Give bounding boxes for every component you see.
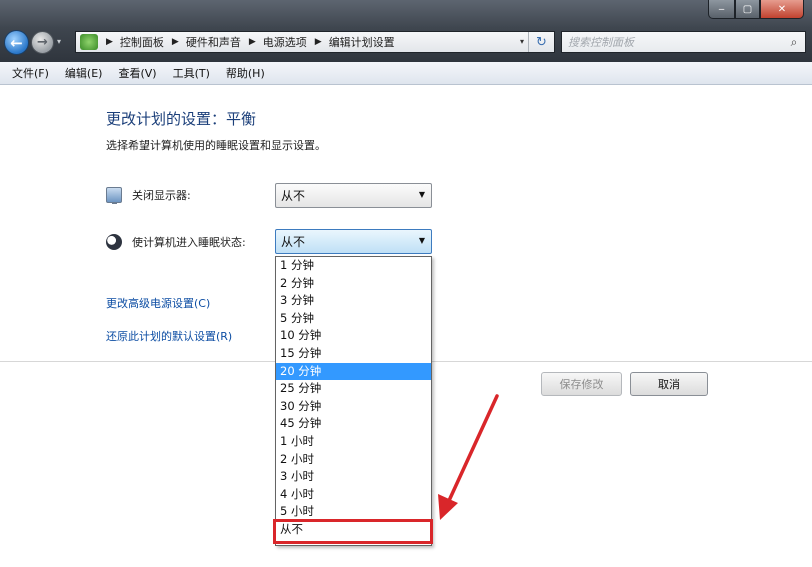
window-titlebar: ‒ ▢ ✕ ← → ▾ ▶ 控制面板 ▶ 硬件和声音 ▶ 电源选项 ▶ 编辑计划… [0,0,812,62]
option-5-min[interactable]: 5 分钟 [276,310,431,328]
maximize-button[interactable]: ▢ [735,0,760,19]
window-controls: ‒ ▢ ✕ [708,0,804,19]
search-box[interactable]: 搜索控制面板 ⌕ [561,31,806,53]
breadcrumb-separator-icon[interactable]: ▶ [249,37,256,47]
display-off-label: 关闭显示器: [132,189,191,202]
restore-defaults-link[interactable]: 还原此计划的默认设置(R) [106,328,232,344]
menu-tools[interactable]: 工具(T) [165,65,218,81]
option-1-hour[interactable]: 1 小时 [276,433,431,451]
address-bar[interactable]: ▶ 控制面板 ▶ 硬件和声音 ▶ 电源选项 ▶ 编辑计划设置 ▾ ↻ [75,31,555,53]
option-4-hour[interactable]: 4 小时 [276,486,431,504]
control-panel-icon [80,34,98,50]
annotation-highlight-box [273,519,433,544]
minimize-button[interactable]: ‒ [708,0,735,19]
save-button[interactable]: 保存修改 [541,372,622,396]
menu-view[interactable]: 查看(V) [110,65,164,81]
sleep-select[interactable]: 从不 ▼ [275,229,432,254]
option-2-hour[interactable]: 2 小时 [276,451,431,469]
close-button[interactable]: ✕ [760,0,804,19]
option-1-min[interactable]: 1 分钟 [276,257,431,275]
advanced-settings-link[interactable]: 更改高级电源设置(C) [106,295,210,311]
recent-pages-chevron-icon[interactable]: ▾ [57,37,61,46]
option-10-min[interactable]: 10 分钟 [276,327,431,345]
option-2-min[interactable]: 2 分钟 [276,275,431,293]
page-title: 更改计划的设置：平衡 [106,110,257,128]
display-off-value: 从不 [281,189,306,203]
display-icon [106,187,122,204]
option-3-hour[interactable]: 3 小时 [276,468,431,486]
sleep-row: 使计算机进入睡眠状态: [106,234,246,250]
display-off-select[interactable]: 从不 ▼ [275,183,432,208]
sleep-label: 使计算机进入睡眠状态: [132,236,246,249]
option-25-min[interactable]: 25 分钟 [276,380,431,398]
sleep-icon [106,234,122,250]
content-pane: 更改计划的设置：平衡 选择希望计算机使用的睡眠设置和显示设置。 关闭显示器: 从… [0,86,812,567]
breadcrumb-separator-icon[interactable]: ▶ [172,37,179,47]
option-45-min[interactable]: 45 分钟 [276,415,431,433]
refresh-button[interactable]: ↻ [528,32,554,52]
sleep-value: 从不 [281,235,306,249]
breadcrumb-hardware-sound[interactable]: 硬件和声音 [186,34,241,50]
chevron-down-icon: ▼ [418,236,425,245]
forward-button[interactable]: → [31,31,54,54]
breadcrumb-power-options[interactable]: 电源选项 [263,34,307,50]
option-20-min[interactable]: 20 分钟 [276,362,431,381]
menu-edit[interactable]: 编辑(E) [57,65,111,81]
breadcrumb-separator-icon[interactable]: ▶ [106,37,113,47]
menu-file[interactable]: 文件(F) [4,65,57,81]
menu-bar: 文件(F) 编辑(E) 查看(V) 工具(T) 帮助(H) [0,62,812,85]
search-input[interactable]: 搜索控制面板 [562,34,783,50]
breadcrumb-edit-plan[interactable]: 编辑计划设置 [329,34,395,50]
back-button[interactable]: ← [4,30,29,55]
sleep-options-list[interactable]: 1 分钟 2 分钟 3 分钟 5 分钟 10 分钟 15 分钟 20 分钟 25… [275,256,432,546]
option-30-min[interactable]: 30 分钟 [276,398,431,416]
chevron-down-icon: ▼ [418,190,425,199]
page-subtitle: 选择希望计算机使用的睡眠设置和显示设置。 [106,139,326,152]
option-3-min[interactable]: 3 分钟 [276,292,431,310]
menu-help[interactable]: 帮助(H) [218,65,273,81]
display-off-row: 关闭显示器: [106,187,191,204]
option-15-min[interactable]: 15 分钟 [276,345,431,363]
cancel-button[interactable]: 取消 [630,372,708,396]
breadcrumb-control-panel[interactable]: 控制面板 [120,34,164,50]
search-icon[interactable]: ⌕ [783,35,805,50]
breadcrumb-separator-icon[interactable]: ▶ [315,37,322,47]
address-dropdown-icon[interactable]: ▾ [520,37,524,46]
